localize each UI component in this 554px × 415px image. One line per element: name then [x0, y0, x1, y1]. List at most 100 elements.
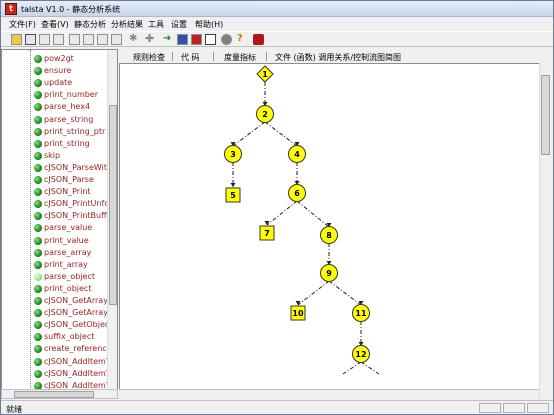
canvas-scroll-thumb[interactable]	[541, 75, 550, 155]
menu-static-analysis[interactable]: 静态分析	[74, 19, 106, 30]
tree-horizontal-scrollbar[interactable]	[1, 389, 118, 399]
tree-item-label: print_string_ptr	[44, 126, 106, 136]
tree-item[interactable]: cJSON_ParseWithO	[2, 162, 108, 174]
tree-item[interactable]: create_reference	[2, 343, 108, 355]
tree-item-label: parse_string	[44, 114, 94, 124]
flow-edge	[296, 200, 330, 228]
tree-item[interactable]: print_string_ptr	[2, 126, 108, 138]
tree-item[interactable]: parse_string	[2, 114, 108, 126]
tree-scroll-thumb[interactable]	[109, 105, 117, 305]
tree-item[interactable]: print_object	[2, 283, 108, 295]
tree-item[interactable]: skip	[2, 150, 108, 162]
tree-item[interactable]: cJSON_PrintUnfor	[2, 198, 108, 210]
status-bar: 就绪	[1, 400, 553, 414]
tree-item[interactable]: parse_value	[2, 222, 108, 234]
paste-icon[interactable]	[83, 34, 94, 45]
tree-item[interactable]: suffix_object	[2, 331, 108, 343]
menu-bar: 文件(F) 查看(V) 静态分析 分析结果 工具 设置 帮助(H)	[1, 18, 553, 30]
status-dot-icon	[34, 67, 42, 76]
tree-item-label: print_string	[44, 138, 90, 148]
tree-item[interactable]: print_number	[2, 89, 108, 101]
cut-icon[interactable]	[97, 34, 108, 45]
flow-node-label: 5	[230, 191, 236, 200]
tree-item[interactable]: cJSON_AddItemTo	[2, 356, 108, 368]
canvas-horizontal-scrollbar[interactable]	[119, 389, 539, 399]
tree-item-label: parse_object	[44, 271, 96, 281]
menu-analysis-results[interactable]: 分析结果	[111, 19, 143, 30]
status-dot-icon	[34, 321, 42, 330]
tree-item[interactable]: cJSON_Parse	[2, 174, 108, 186]
arrow-icon[interactable]: ➜	[163, 34, 174, 45]
status-dot-icon	[34, 272, 42, 281]
tree-item-label: cJSON_GetArrayIte	[44, 308, 108, 318]
exit-icon[interactable]	[253, 34, 264, 45]
status-dot-icon	[34, 176, 42, 184]
flow-node-label: 10	[292, 309, 304, 318]
tree-item[interactable]: print_array	[2, 259, 108, 271]
tree-item[interactable]: print_value	[2, 235, 108, 247]
tree-item-label: cJSON_ParseWithO	[44, 162, 108, 172]
plus-icon[interactable]: ✚	[145, 33, 156, 45]
tree-item[interactable]: pow2gt	[2, 53, 108, 65]
tree-item[interactable]: parse_array	[2, 247, 108, 259]
toolbar: ✱ ✚ ➜ ?	[1, 31, 553, 47]
table-icon[interactable]	[177, 34, 188, 45]
flow-edge	[360, 361, 380, 375]
tab-metrics[interactable]: 度量指标	[224, 52, 256, 63]
title-bar: t talsta V1.0 - 静态分析系统	[1, 1, 553, 17]
tree-item-label: skip	[44, 150, 61, 160]
tree-hscroll-thumb[interactable]	[14, 391, 94, 398]
status-dot-icon	[34, 333, 42, 342]
help-icon[interactable]: ?	[237, 34, 248, 45]
tab-code[interactable]: 代 码	[181, 52, 200, 63]
tab-call-graph[interactable]: 文件 (函数) 调用关系/控制流图简图	[275, 52, 401, 63]
open-folder-icon[interactable]	[11, 34, 22, 45]
settings-star-icon[interactable]: ✱	[129, 34, 140, 45]
tab-separator	[213, 52, 214, 61]
menu-file[interactable]: 文件(F)	[9, 19, 36, 30]
tree-item[interactable]: cJSON_GetObjectI	[2, 319, 108, 331]
grid-icon[interactable]	[191, 34, 202, 45]
copy-icon[interactable]	[69, 34, 80, 45]
tree-item[interactable]: ensure	[2, 65, 108, 77]
tree-item-label: print_value	[44, 235, 89, 245]
tree-vertical-scrollbar[interactable]	[107, 50, 117, 390]
tree-item[interactable]: print_string	[2, 138, 108, 150]
flow-edge	[264, 121, 298, 147]
menu-settings[interactable]: 设置	[171, 19, 187, 30]
tab-rule-check[interactable]: 规则检查	[133, 52, 165, 63]
find-icon[interactable]	[111, 34, 122, 45]
tree-item-label: cJSON_Parse	[44, 175, 94, 184]
flow-arrowhead	[295, 301, 301, 305]
control-flow-canvas[interactable]: 1 2 3 4 5 6 7 8 9 10 11 12	[119, 63, 551, 399]
flow-edge	[232, 121, 266, 147]
tree-item[interactable]: update	[2, 77, 108, 89]
canvas-vertical-scrollbar[interactable]	[539, 63, 551, 399]
tree-item[interactable]: cJSON_AddItemTo	[2, 368, 108, 380]
tree-item[interactable]: parse_object	[2, 271, 108, 283]
function-tree-panel: pow2gt ensure update print_number parse_hex4…	[1, 49, 118, 391]
tree-item-label: cJSON_PrintUnfor	[44, 199, 108, 209]
menu-view[interactable]: 查看(V)	[41, 19, 69, 30]
circle-icon[interactable]	[221, 34, 232, 45]
save-icon[interactable]	[25, 34, 36, 45]
tree-item[interactable]: cJSON_PrintBuffer	[2, 210, 108, 222]
tree-item[interactable]: cJSON_Print	[2, 186, 108, 198]
status-text: 就绪	[6, 405, 22, 414]
print-icon[interactable]	[53, 34, 64, 45]
status-dot-icon	[34, 163, 42, 172]
tree-item[interactable]: parse_hex4	[2, 101, 108, 113]
status-cell	[479, 403, 501, 413]
menu-tools[interactable]: 工具	[148, 19, 164, 30]
status-dot-icon	[34, 55, 42, 63]
status-dot-icon	[34, 357, 42, 366]
tree-item-label: suffix_object	[44, 332, 95, 342]
status-dot-icon	[34, 103, 42, 112]
menu-help[interactable]: 帮助(H)	[195, 19, 223, 30]
status-dot-icon	[34, 79, 42, 88]
status-dot-icon	[34, 212, 42, 221]
tree-item[interactable]: cJSON_GetArraySi	[2, 295, 108, 307]
new-doc-icon[interactable]	[39, 34, 50, 45]
record-icon[interactable]	[205, 34, 216, 45]
tree-item[interactable]: cJSON_GetArrayIte	[2, 307, 108, 319]
